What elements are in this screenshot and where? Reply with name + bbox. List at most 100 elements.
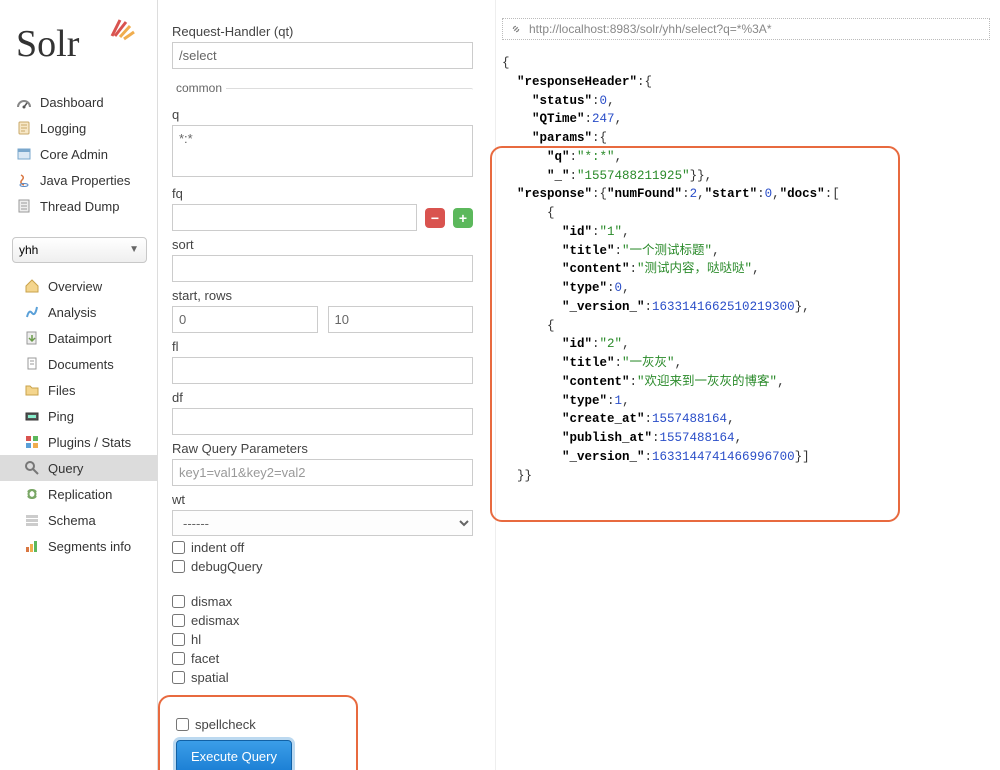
thread-dump-icon [16, 198, 32, 214]
df-label: df [172, 390, 473, 405]
nav-label: Analysis [48, 305, 96, 320]
dismax-checkbox[interactable] [172, 595, 185, 608]
start-rows-label: start, rows [172, 288, 473, 303]
q-label: q [172, 107, 473, 122]
java-props-icon [16, 172, 32, 188]
core-nav-files[interactable]: Files [0, 377, 157, 403]
core-nav-schema[interactable]: Schema [0, 507, 157, 533]
sort-label: sort [172, 237, 473, 252]
main-nav: Dashboard Logging Core Admin Java Proper… [0, 83, 157, 233]
dismax-row[interactable]: dismax [172, 594, 473, 609]
nav-label: Dashboard [40, 95, 104, 110]
ping-icon [24, 408, 40, 424]
core-nav: Overview Analysis Dataimport Documents F… [0, 269, 157, 559]
nav-label: Query [48, 461, 83, 476]
fq-add-button[interactable]: + [453, 208, 473, 228]
hl-row[interactable]: hl [172, 632, 473, 647]
debug-query-checkbox[interactable] [172, 560, 185, 573]
execute-query-button[interactable]: Execute Query [176, 740, 292, 770]
fl-label: fl [172, 339, 473, 354]
q-input[interactable]: *:* [172, 125, 473, 177]
query-icon [24, 460, 40, 476]
plugins-icon [24, 434, 40, 450]
facet-row[interactable]: facet [172, 651, 473, 666]
raw-params-input[interactable] [172, 459, 473, 486]
nav-thread-dump[interactable]: Thread Dump [0, 193, 157, 219]
result-url-bar[interactable]: http://localhost:8983/solr/yhh/select?q=… [502, 18, 990, 40]
nav-label: Java Properties [40, 173, 130, 188]
execute-highlight: spellcheck Execute Query [158, 695, 358, 770]
replication-icon [24, 486, 40, 502]
analysis-icon [24, 304, 40, 320]
common-fieldset: common q *:* fq − + sort start, rows fl … [172, 81, 473, 578]
wt-select[interactable]: ------ [172, 510, 473, 536]
overview-icon [24, 278, 40, 294]
rows-input[interactable] [328, 306, 474, 333]
fq-remove-button[interactable]: − [425, 208, 445, 228]
solr-logo-icon: Solr [16, 16, 136, 64]
facet-checkbox[interactable] [172, 652, 185, 665]
indent-off-row[interactable]: indent off [172, 540, 473, 555]
nav-label: Thread Dump [40, 199, 119, 214]
core-nav-segments[interactable]: Segments info [0, 533, 157, 559]
dataimport-icon [24, 330, 40, 346]
documents-icon [24, 356, 40, 372]
nav-label: Overview [48, 279, 102, 294]
start-input[interactable] [172, 306, 318, 333]
common-legend: common [172, 81, 226, 95]
segments-icon [24, 538, 40, 554]
nav-label: Files [48, 383, 75, 398]
core-selector-wrap: yhh ▼ [0, 233, 157, 269]
core-nav-dataimport[interactable]: Dataimport [0, 325, 157, 351]
spellcheck-checkbox[interactable] [176, 718, 189, 731]
wt-label: wt [172, 492, 473, 507]
fl-input[interactable] [172, 357, 473, 384]
nav-label: Ping [48, 409, 74, 424]
sidebar: Solr Dashboard Logging Core Admin [0, 0, 157, 770]
raw-params-label: Raw Query Parameters [172, 441, 473, 456]
nav-logging[interactable]: Logging [0, 115, 157, 141]
nav-label: Plugins / Stats [48, 435, 131, 450]
core-nav-documents[interactable]: Documents [0, 351, 157, 377]
df-input[interactable] [172, 408, 473, 435]
core-nav-plugins[interactable]: Plugins / Stats [0, 429, 157, 455]
core-nav-replication[interactable]: Replication [0, 481, 157, 507]
dashboard-icon [16, 94, 32, 110]
hl-checkbox[interactable] [172, 633, 185, 646]
sort-input[interactable] [172, 255, 473, 282]
svg-text:Solr: Solr [16, 23, 80, 64]
result-url-text: http://localhost:8983/solr/yhh/select?q=… [529, 22, 771, 36]
nav-label: Core Admin [40, 147, 108, 162]
debug-query-row[interactable]: debugQuery [172, 559, 473, 574]
files-icon [24, 382, 40, 398]
spatial-row[interactable]: spatial [172, 670, 473, 685]
nav-label: Documents [48, 357, 114, 372]
schema-icon [24, 512, 40, 528]
fq-label: fq [172, 186, 473, 201]
link-icon [509, 22, 523, 36]
core-selector[interactable]: yhh [12, 237, 147, 263]
nav-dashboard[interactable]: Dashboard [0, 89, 157, 115]
core-admin-icon [16, 146, 32, 162]
json-response: { "responseHeader":{ "status":0, "QTime"… [502, 54, 990, 485]
edismax-row[interactable]: edismax [172, 613, 473, 628]
logging-icon [16, 120, 32, 136]
request-handler-input[interactable] [172, 42, 473, 69]
spatial-checkbox[interactable] [172, 671, 185, 684]
indent-off-checkbox[interactable] [172, 541, 185, 554]
core-nav-ping[interactable]: Ping [0, 403, 157, 429]
core-nav-overview[interactable]: Overview [0, 273, 157, 299]
request-handler-label: Request-Handler (qt) [172, 24, 473, 39]
nav-label: Replication [48, 487, 112, 502]
nav-label: Segments info [48, 539, 131, 554]
edismax-checkbox[interactable] [172, 614, 185, 627]
core-nav-query[interactable]: Query [0, 455, 157, 481]
core-nav-analysis[interactable]: Analysis [0, 299, 157, 325]
nav-java-properties[interactable]: Java Properties [0, 167, 157, 193]
fq-input[interactable] [172, 204, 417, 231]
logo: Solr [0, 10, 157, 83]
nav-core-admin[interactable]: Core Admin [0, 141, 157, 167]
spellcheck-row[interactable]: spellcheck [176, 717, 340, 732]
query-form: Request-Handler (qt) common q *:* fq − +… [157, 0, 487, 770]
nav-label: Dataimport [48, 331, 112, 346]
